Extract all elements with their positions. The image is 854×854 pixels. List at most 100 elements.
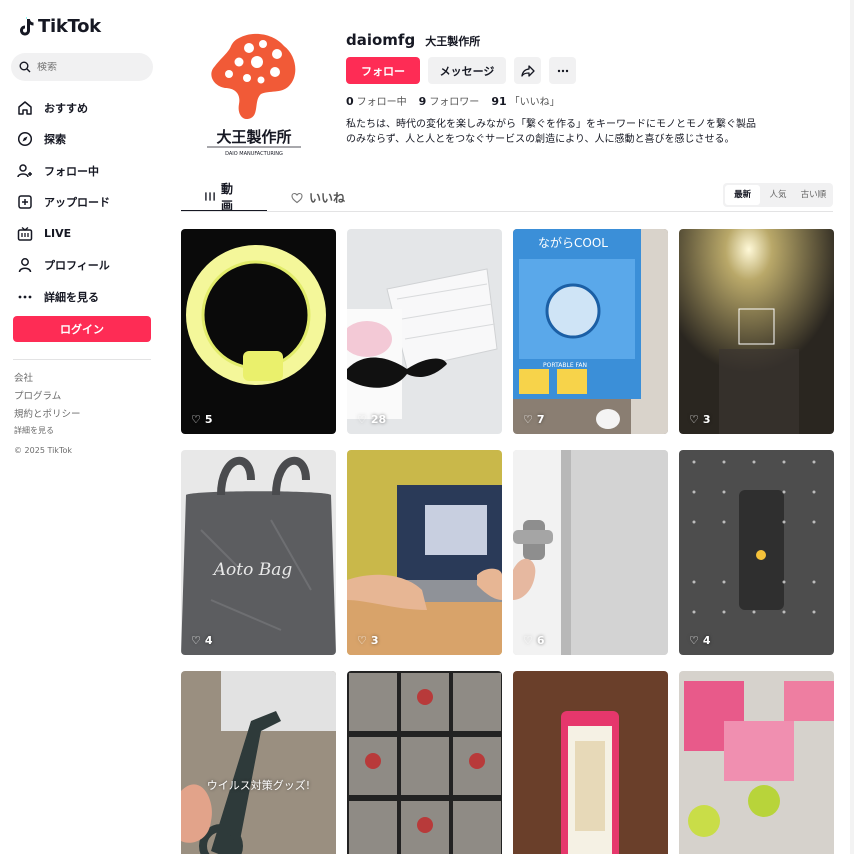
nav-item-for-you[interactable]: おすすめ	[16, 92, 156, 124]
logo-text: 大王製作所	[216, 128, 291, 146]
video-card[interactable]: ♡ 3	[347, 450, 502, 655]
share-button[interactable]	[514, 57, 541, 84]
followers-stat[interactable]: 9 フォロワー	[419, 93, 480, 108]
likes-stat: 91 「いいね」	[491, 93, 559, 108]
video-card[interactable]	[679, 671, 834, 854]
live-icon	[16, 225, 34, 243]
nav-item-live[interactable]: LIVE	[16, 218, 156, 250]
display-name: 大王製作所	[425, 35, 481, 48]
footer-link-terms[interactable]: 規約とポリシー	[14, 406, 81, 424]
nav-label: おすすめ	[44, 101, 88, 115]
tab-videos-label: 動画	[221, 181, 234, 213]
bag-brand-text: Aoto Bag	[212, 560, 293, 580]
box-title-text: ながらCOOL	[538, 235, 608, 250]
video-card[interactable]: ♡ 6	[513, 450, 668, 655]
video-card[interactable]: ながらCOOL PORTABLE FAN ♡ 7	[513, 229, 668, 434]
logo-subtext: DAIO MANUFACTURING	[225, 151, 283, 157]
video-thumbnail-mask	[347, 229, 502, 434]
following-stat[interactable]: 0 フォロー中	[346, 93, 407, 108]
followers-count: 9	[418, 95, 427, 108]
daio-logo-mark: 大王製作所 DAIO MANUFACTURING	[207, 33, 301, 157]
profile-tabs: 動画 いいね	[181, 181, 369, 213]
search-input[interactable]	[37, 61, 137, 73]
video-thumbnail-pink-cards	[679, 671, 834, 854]
video-thumbnail-pink-package	[513, 671, 668, 854]
video-thumbnail-ceiling-lights	[679, 229, 834, 434]
tabs-divider	[181, 211, 833, 212]
sort-toggle: 最新 人気 古い順	[723, 183, 833, 207]
followers-label: フォロワー	[429, 97, 480, 108]
upload-icon	[16, 193, 34, 211]
user-follow-icon	[16, 162, 34, 180]
video-thumbnail-calendar	[679, 450, 834, 655]
video-card[interactable]: ♡ 3	[679, 229, 834, 434]
avatar[interactable]: 大王製作所 DAIO MANUFACTURING	[199, 28, 309, 158]
brand-name: TikTok	[38, 16, 101, 37]
nav-label: 詳細を見る	[44, 290, 99, 304]
video-likes: ♡ 7	[523, 413, 545, 426]
video-card[interactable]: ♡ 5	[181, 229, 336, 434]
following-label: フォロー中	[356, 97, 407, 108]
video-caption: ウイルス対策グッズ!	[206, 779, 311, 792]
nav-item-following[interactable]: フォロー中	[16, 155, 156, 187]
box-subtitle-text: PORTABLE FAN	[543, 362, 587, 369]
username: daiomfg	[346, 31, 416, 49]
video-card[interactable]: ウイルス対策グッズ!	[181, 671, 336, 854]
likes-count: 91	[491, 95, 507, 108]
heart-icon: ♡	[357, 413, 367, 426]
tab-liked[interactable]: いいね	[267, 183, 369, 212]
video-likes: ♡ 28	[357, 413, 387, 426]
scrollbar[interactable]	[850, 0, 854, 854]
video-card[interactable]: Aoto Bag ♡ 4	[181, 450, 336, 655]
video-likes: ♡ 3	[357, 634, 379, 647]
footer-link-more[interactable]: 詳細を見る	[14, 424, 81, 438]
heart-icon: ♡	[523, 413, 533, 426]
share-icon	[520, 64, 535, 77]
sidebar: TikTok おすすめ 探索	[0, 0, 165, 854]
profile-actions: フォロー メッセージ	[346, 57, 576, 84]
video-thumbnail-door	[513, 450, 668, 655]
video-likes: ♡ 4	[689, 634, 711, 647]
footer-link-company[interactable]: 会社	[14, 370, 81, 388]
video-likes: ♡ 5	[191, 413, 213, 426]
sort-oldest[interactable]: 古い順	[796, 185, 831, 205]
nav-label: アップロード	[44, 196, 110, 210]
footer-link-program[interactable]: プログラム	[14, 388, 81, 406]
sort-popular[interactable]: 人気	[760, 185, 795, 205]
profile-icon	[16, 256, 34, 274]
following-count: 0	[346, 95, 354, 108]
heart-icon: ♡	[191, 634, 201, 647]
nav-label: フォロー中	[44, 164, 99, 178]
video-card[interactable]	[513, 671, 668, 854]
message-button[interactable]: メッセージ	[428, 57, 506, 84]
video-thumbnail-bag: Aoto Bag	[181, 450, 336, 655]
nav-item-more[interactable]: 詳細を見る	[16, 281, 156, 313]
heart-outline-icon	[291, 192, 303, 203]
login-button[interactable]: ログイン	[13, 316, 151, 342]
video-card[interactable]	[347, 671, 502, 854]
more-options-button[interactable]	[549, 57, 576, 84]
video-likes: ♡ 4	[191, 634, 213, 647]
search-icon	[19, 61, 31, 73]
follow-button[interactable]: フォロー	[346, 57, 420, 84]
search-box[interactable]	[11, 53, 153, 81]
compass-icon	[16, 130, 34, 148]
tab-liked-label: いいね	[309, 191, 346, 205]
nav-item-explore[interactable]: 探索	[16, 124, 156, 156]
video-card[interactable]: ♡ 28	[347, 229, 502, 434]
likes-label: 「いいね」	[509, 97, 560, 108]
ellipsis-icon	[557, 69, 568, 72]
heart-icon: ♡	[689, 634, 699, 647]
video-likes: ♡ 6	[523, 634, 545, 647]
video-card[interactable]: ♡ 4	[679, 450, 834, 655]
tab-videos[interactable]: 動画	[181, 181, 267, 213]
tiktok-logo[interactable]: TikTok	[16, 16, 101, 37]
sort-latest[interactable]: 最新	[725, 185, 761, 205]
nav-item-profile[interactable]: プロフィール	[16, 250, 156, 282]
profile-stats: 0 フォロー中 9 フォロワー 91 「いいね」	[346, 93, 560, 108]
nav-label: プロフィール	[44, 259, 110, 273]
video-thumbnail-ring-light	[181, 229, 336, 434]
heart-icon: ♡	[523, 634, 533, 647]
nav-item-upload[interactable]: アップロード	[16, 187, 156, 219]
home-icon	[16, 99, 34, 117]
